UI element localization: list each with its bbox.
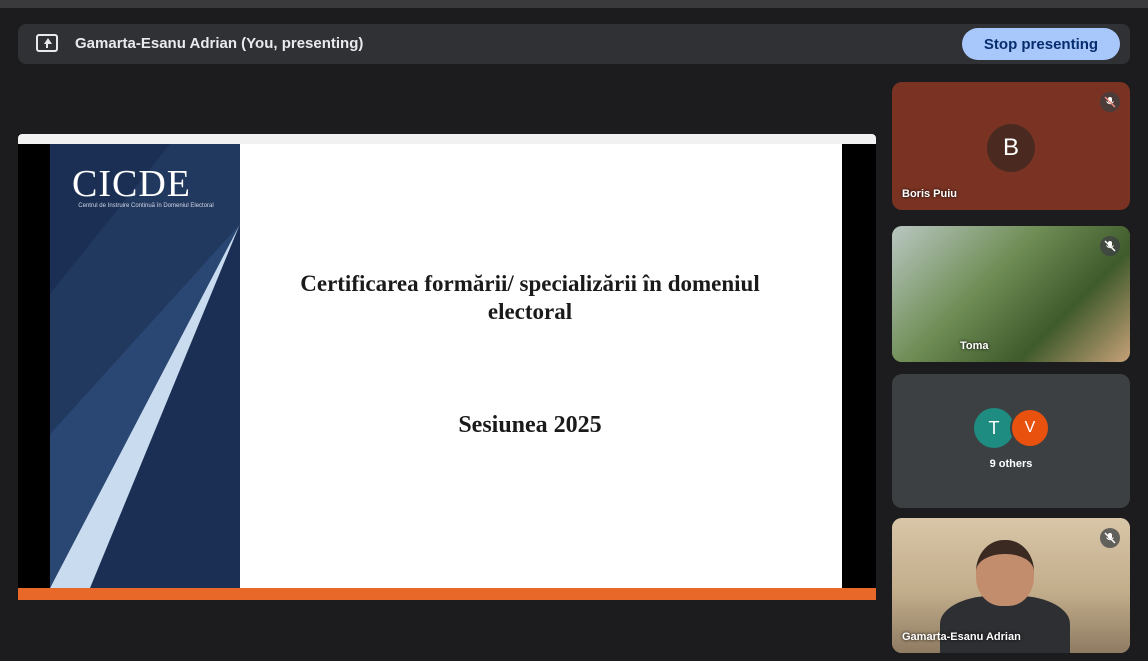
participant-tile-others[interactable]: T V 9 others bbox=[892, 374, 1130, 508]
presenting-label: Gamarta-Esanu Adrian (You, presenting) bbox=[75, 35, 364, 52]
cicde-logo-subtitle: Centrul de Instruire Continuă în Domeniu… bbox=[78, 203, 214, 209]
window-top-edge bbox=[0, 0, 1148, 8]
shared-screen-top-strip bbox=[18, 134, 876, 144]
cicde-logo: CICDE bbox=[72, 163, 191, 205]
shared-screen: CICDE Centrul de Instruire Continuă în D… bbox=[18, 134, 876, 600]
participant-video-head bbox=[976, 540, 1034, 606]
stop-presenting-button[interactable]: Stop presenting bbox=[962, 28, 1120, 60]
presenting-bar: Gamarta-Esanu Adrian (You, presenting) S… bbox=[18, 24, 1130, 64]
mic-off-icon bbox=[1100, 528, 1120, 548]
participant-name: Boris Puiu bbox=[902, 188, 958, 200]
avatar: B bbox=[987, 124, 1035, 172]
shared-screen-taskbar bbox=[18, 588, 876, 600]
presentation-slide: CICDE Centrul de Instruire Continuă în D… bbox=[50, 144, 842, 588]
others-count-label: 9 others bbox=[989, 458, 1033, 470]
avatar: T bbox=[974, 408, 1014, 448]
slide-title: Certificarea formării/ specializării în … bbox=[300, 271, 760, 324]
participant-name: Toma bbox=[960, 340, 989, 352]
participant-tile-gamarta[interactable]: Gamarta-Esanu Adrian bbox=[892, 518, 1130, 653]
mic-off-icon bbox=[1100, 92, 1120, 112]
slide-brand-band: CICDE Centrul de Instruire Continuă în D… bbox=[50, 144, 240, 588]
mic-off-icon bbox=[1100, 236, 1120, 256]
participant-name: Gamarta-Esanu Adrian bbox=[902, 631, 1021, 643]
present-screen-icon bbox=[36, 34, 58, 52]
slide-decor-graphic bbox=[50, 144, 240, 588]
participant-video bbox=[892, 226, 1130, 362]
avatar: V bbox=[1010, 408, 1050, 448]
slide-session: Sesiunea 2025 bbox=[458, 412, 602, 438]
participant-tile-boris[interactable]: B Boris Puiu bbox=[892, 82, 1130, 210]
participant-tile-toma[interactable]: Toma bbox=[892, 226, 1130, 362]
